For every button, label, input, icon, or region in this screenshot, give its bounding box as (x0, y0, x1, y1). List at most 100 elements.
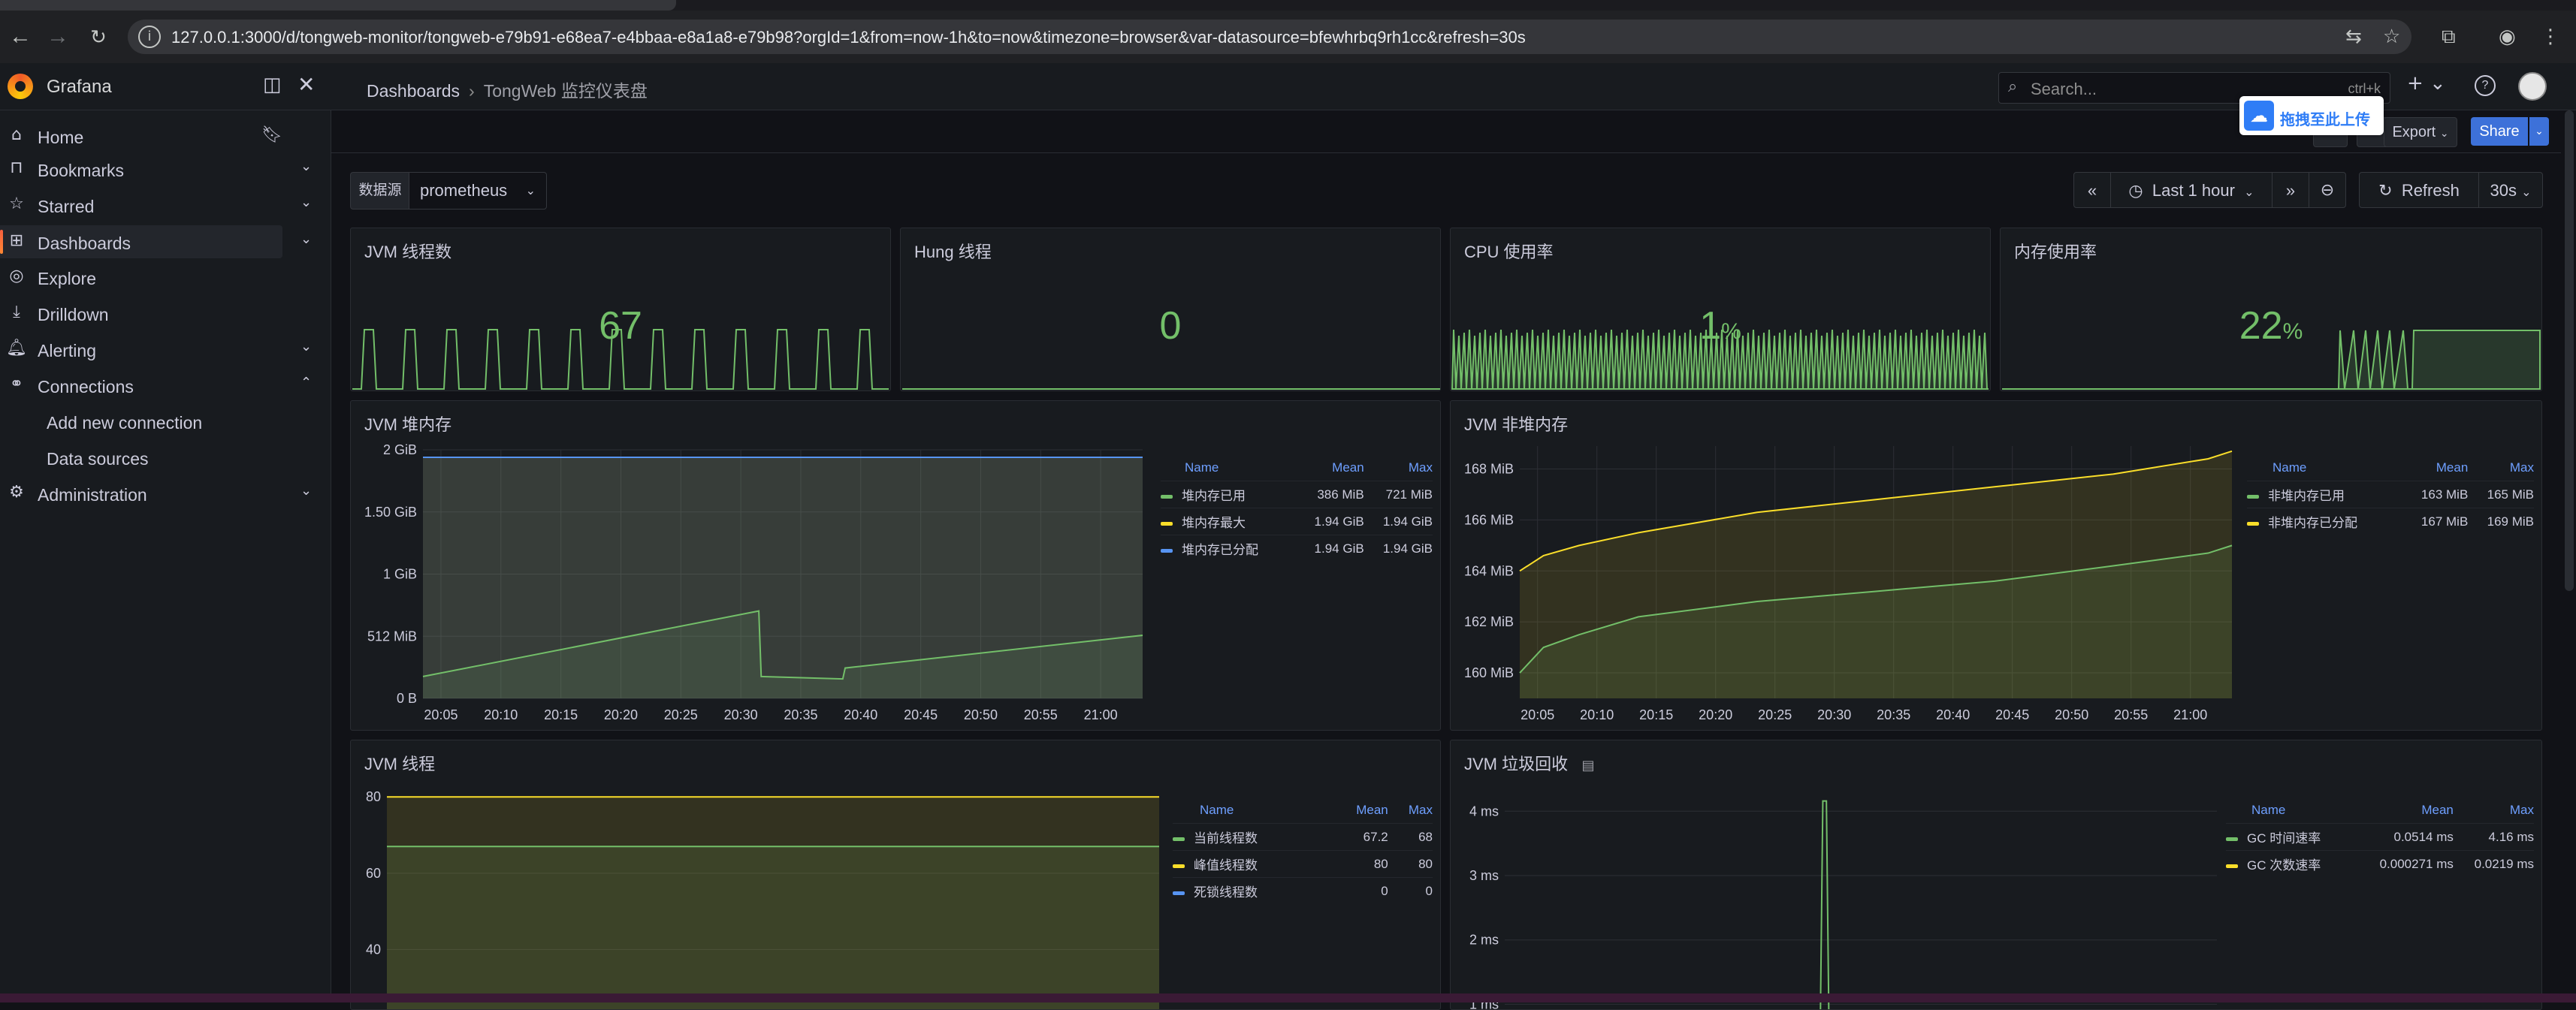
upload-label: 拖拽至此上传 (2280, 112, 2370, 128)
url-text[interactable]: 127.0.0.1:3000/d/tongweb-monitor/tongweb… (171, 28, 1526, 47)
panel-jvm-threads[interactable]: JVM 线程 20406080 NameMeanMax 当前线程数67.268 … (350, 740, 1441, 1010)
help-icon[interactable]: ? (2475, 75, 2496, 96)
chevron-up-icon[interactable]: ⌃ (300, 375, 312, 390)
address-bar[interactable]: i 127.0.0.1:3000/d/tongweb-monitor/tongw… (128, 20, 2411, 54)
panel-mem-usage[interactable]: 内存使用率 22% (2000, 228, 2542, 391)
panel-jvm-gc[interactable]: JVM 垃圾回收 ▤ 1 ms 2 ms 3 ms 4 ms Name Mean Max … (1450, 740, 2542, 1010)
legend-name: 非堆内存已用 (2268, 489, 2345, 503)
new-menu-icon[interactable]: + ⌄ (2407, 72, 2446, 95)
page-scrollbar[interactable] (2565, 110, 2574, 591)
refresh-button[interactable]: ↻ Refresh (2359, 172, 2479, 208)
extensions-icon[interactable]: ⧉ (2442, 24, 2456, 50)
legend-header-name[interactable]: Name (2226, 797, 2354, 824)
sidebar-item-bookmarks[interactable]: ⊓ Bookmarks ⌄ (0, 152, 323, 185)
stat-value: 0 (1159, 304, 1182, 348)
export-button[interactable]: Export ⌄ (2384, 117, 2457, 147)
panel-jvm-nonheap[interactable]: JVM 非堆内存 160 MiB 162 MiB 164 MiB 166 MiB 168… (1450, 400, 2542, 731)
legend-row[interactable]: 死锁线程数 0 0 (1173, 877, 1433, 904)
refresh-interval-select[interactable]: 30s ⌄ (2478, 172, 2543, 208)
chevron-down-icon[interactable]: ⌄ (300, 158, 312, 174)
legend-row[interactable]: 非堆内存已用 163 MiB 165 MiB (2247, 481, 2534, 508)
bookmark-icon[interactable]: 🔖︎ (261, 125, 282, 144)
panel-jvm-heap[interactable]: JVM 堆内存 0 B 512 MiB 1 GiB 1.50 GiB 2 GiB 20:0… (350, 400, 1441, 731)
legend-header-name[interactable]: Name (2247, 455, 2402, 481)
share-button[interactable]: Share (2471, 117, 2528, 146)
datasource-variable-select[interactable]: prometheus ⌄ (409, 172, 547, 210)
legend-max: 721 MiB (1363, 481, 1433, 508)
breadcrumb-dashboards[interactable]: Dashboards (367, 81, 460, 101)
panel-title: Hung 线程 (914, 243, 992, 261)
star-icon[interactable]: ☆ (2383, 24, 2400, 50)
gear-icon: ⚙ (9, 483, 24, 502)
sidebar-item-dashboards[interactable]: ⊞ Dashboards (0, 225, 282, 258)
search-icon: ⌕ (2008, 77, 2018, 96)
legend-row[interactable]: 堆内存最大 1.94 GiB 1.94 GiB (1161, 508, 1433, 535)
series-swatch (1161, 549, 1173, 553)
legend-header-max[interactable]: Max (1388, 797, 1433, 824)
sidebar-item-alerting[interactable]: 🔔︎ Alerting ⌄ (0, 333, 323, 366)
legend-row[interactable]: 非堆内存已分配 167 MiB 169 MiB (2247, 508, 2534, 535)
legend-row[interactable]: 当前线程数 67.2 68 (1173, 823, 1433, 851)
time-range-picker[interactable]: ◷ Last 1 hour ⌄ (2110, 172, 2272, 208)
legend-header-max[interactable]: Max (2454, 797, 2534, 824)
chevron-down-icon[interactable]: ⌄ (300, 483, 312, 499)
time-shift-forward-icon[interactable]: » (2272, 172, 2309, 208)
reload-icon[interactable]: ↻ (83, 21, 114, 53)
x-tick-label: 20:20 (604, 707, 638, 722)
y-tick-label: 3 ms (1469, 868, 1499, 883)
sidebar-item-connections[interactable]: ⚭ Connections ⌃ (0, 369, 323, 402)
time-shift-back-icon[interactable]: « (2073, 172, 2111, 208)
legend-row[interactable]: 峰值线程数 80 80 (1173, 850, 1433, 878)
forward-icon[interactable]: → (42, 21, 74, 53)
panel-hung-threads[interactable]: Hung 线程 0 (900, 228, 1441, 391)
star-icon: ☆ (9, 194, 24, 213)
legend-row[interactable]: 堆内存已分配 1.94 GiB 1.94 GiB (1161, 535, 1433, 562)
nonheap-chart[interactable]: 160 MiB 162 MiB 164 MiB 166 MiB 168 MiB 20:05… (1451, 401, 2542, 731)
dock-menu-icon[interactable]: ◫ (263, 74, 282, 96)
chevron-down-icon[interactable]: ⌄ (300, 194, 312, 210)
grafana-topbar: Grafana ◫ ✕ Dashboards › TongWeb 监控仪表盘 ⌕ S… (0, 63, 2576, 110)
back-icon[interactable]: ← (5, 21, 36, 53)
legend-row[interactable]: GC 时间速率 0.0514 ms 4.16 ms (2226, 823, 2534, 851)
x-tick-label: 21:00 (2173, 707, 2207, 722)
chevron-down-icon[interactable]: ⌄ (300, 339, 312, 354)
refresh-interval-value: 30s (2490, 181, 2517, 200)
x-tick-label: 20:45 (904, 707, 938, 722)
series-line (1820, 800, 1830, 1009)
dashboard-toolbar: Export ⌄ Share ⌄ (331, 110, 2561, 153)
upload-drop-widget[interactable]: ☁ 拖拽至此上传 (2239, 96, 2384, 135)
sidebar-item-add-new-connection[interactable]: Add new connection (0, 405, 323, 438)
avatar[interactable] (2518, 72, 2547, 101)
browser-tab[interactable] (0, 0, 676, 11)
panel-jvm-threads-stat[interactable]: JVM 线程数 67 (350, 228, 891, 391)
grafana-logo-icon[interactable] (8, 74, 33, 99)
os-taskbar-edge (0, 993, 2576, 1002)
sidebar-item-data-sources[interactable]: Data sources (0, 441, 323, 474)
legend-header-mean[interactable]: Mean (2354, 797, 2454, 824)
translate-icon[interactable]: ⇆ (2345, 24, 2362, 50)
legend-header-name[interactable]: Name (1161, 455, 1295, 481)
legend-header-max[interactable]: Max (2468, 455, 2534, 481)
dashboards-chevron[interactable]: ⌄ (299, 225, 314, 258)
home-icon: ⌂ (11, 125, 22, 144)
close-menu-icon[interactable]: ✕ (297, 72, 315, 97)
legend-header-mean[interactable]: Mean (1295, 455, 1364, 481)
share-dropdown-icon[interactable]: ⌄ (2529, 117, 2549, 146)
sidebar-item-administration[interactable]: ⚙ Administration ⌄ (0, 477, 323, 510)
panel-cpu-usage[interactable]: CPU 使用率 1% (1450, 228, 1991, 391)
menu-icon[interactable]: ⋮ (2541, 24, 2560, 50)
legend-mean: 167 MiB (2402, 508, 2469, 535)
sidebar-item-starred[interactable]: ☆ Starred ⌄ (0, 188, 323, 222)
profile-icon[interactable]: ◉ (2499, 24, 2516, 50)
legend-header-mean[interactable]: Mean (2402, 455, 2469, 481)
sidebar-item-drilldown[interactable]: ⤓ Drilldown (0, 297, 323, 330)
legend-header-name[interactable]: Name (1173, 797, 1329, 824)
legend-row[interactable]: GC 次数速率 0.000271 ms 0.0219 ms (2226, 850, 2534, 877)
legend-header-mean[interactable]: Mean (1329, 797, 1388, 824)
site-info-icon[interactable]: i (138, 26, 161, 48)
legend-row[interactable]: 堆内存已用 386 MiB 721 MiB (1161, 481, 1433, 508)
legend-header-max[interactable]: Max (1364, 455, 1433, 481)
zoom-out-icon[interactable]: ⊖ (2309, 172, 2346, 208)
sidebar-item-explore[interactable]: ◎ Explore (0, 261, 323, 294)
heap-chart[interactable]: 0 B 512 MiB 1 GiB 1.50 GiB 2 GiB 20:05 20:10 20… (351, 401, 1441, 731)
